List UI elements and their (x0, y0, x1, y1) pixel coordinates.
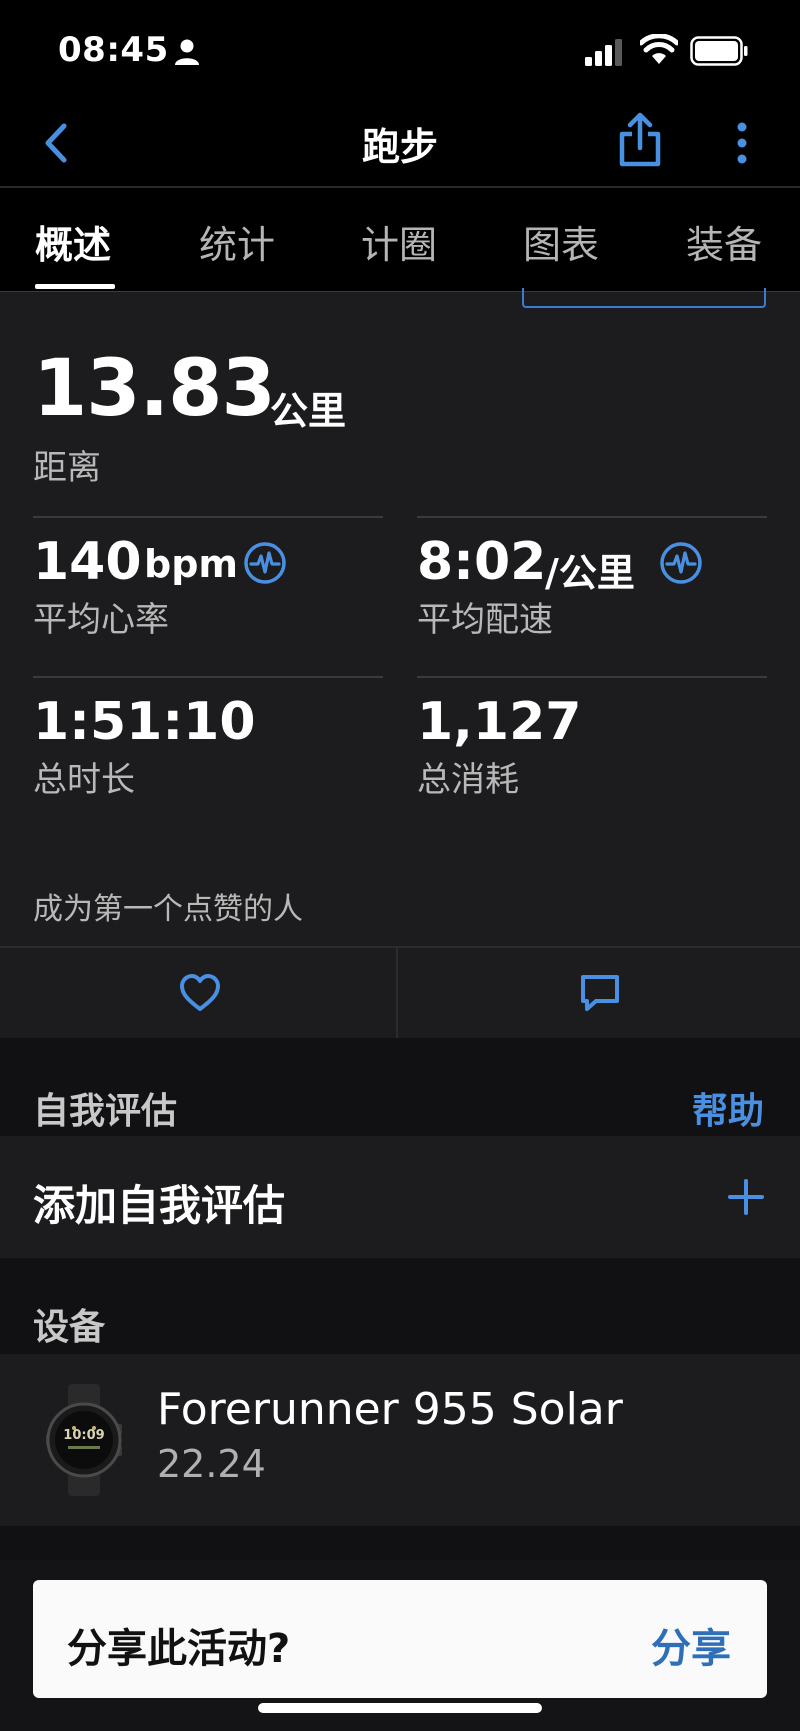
section-spacer (0, 1526, 800, 1560)
divider (33, 676, 383, 678)
like-button[interactable] (0, 948, 398, 1038)
tab-gear[interactable]: 装备 (686, 214, 762, 269)
divider (33, 516, 383, 518)
device-row[interactable]: 10:09 Forerunner 955 Solar 22.24 (0, 1354, 800, 1526)
pace-value: 8:02 (417, 532, 547, 592)
distance-value: 13.83 (33, 344, 276, 434)
person-icon (175, 39, 199, 65)
divider (417, 676, 767, 678)
duration-value: 1:51:10 (33, 692, 256, 752)
calories-value: 1,127 (417, 692, 582, 752)
tab-overview[interactable]: 概述 (35, 214, 111, 269)
active-tab-indicator (35, 284, 115, 289)
map-thumbnail-edge[interactable] (522, 288, 766, 308)
pace-label: 平均配速 (417, 600, 553, 640)
tab-stats[interactable]: 统计 (199, 214, 275, 269)
add-self-assessment-row[interactable]: 添加自我评估 (0, 1136, 800, 1258)
pace-pulse-icon[interactable] (659, 541, 703, 585)
heart-rate-value: 140 (33, 532, 142, 592)
divider (417, 516, 767, 518)
comment-icon (581, 975, 619, 1011)
share-icon[interactable] (615, 110, 665, 170)
share-button[interactable]: 分享 (651, 1616, 731, 1674)
tab-charts[interactable]: 图表 (523, 214, 599, 269)
svg-text:10:09: 10:09 (63, 1428, 104, 1443)
comment-button[interactable] (400, 948, 798, 1038)
plus-icon[interactable] (728, 1179, 764, 1215)
cellular-signal-icon (585, 39, 622, 66)
activity-summary-card: 13.83 公里 距离 140 bpm 平均心率 8:02 /公里 平均配速 1… (0, 288, 800, 946)
help-link[interactable]: 帮助 (692, 1082, 764, 1134)
calories-label: 总消耗 (417, 760, 519, 800)
tab-bar: 概述 统计 计圈 图表 装备 (0, 188, 800, 292)
home-indicator[interactable] (258, 1703, 542, 1713)
like-prompt: 成为第一个点赞的人 (33, 892, 303, 927)
distance-label: 距离 (33, 448, 101, 488)
heart-icon (180, 974, 220, 1011)
share-prompt-card: 分享此活动? 分享 (33, 1580, 767, 1698)
social-actions-row (0, 946, 800, 1038)
duration-label: 总时长 (33, 760, 135, 800)
add-self-assessment-label: 添加自我评估 (33, 1181, 286, 1230)
nav-bar: 跑步 (0, 100, 800, 188)
device-name: Forerunner 955 Solar (157, 1384, 623, 1435)
self-assessment-header: 自我评估 帮助 (0, 1038, 800, 1136)
self-assessment-title: 自我评估 (33, 1091, 178, 1132)
watch-device-image: 10:09 (46, 1384, 122, 1496)
device-header: 设备 (0, 1258, 800, 1354)
heart-rate-pulse-icon[interactable] (243, 541, 287, 585)
status-bar: 08:45 (0, 0, 800, 100)
pace-unit: /公里 (545, 551, 635, 595)
device-section-title: 设备 (33, 1307, 106, 1348)
distance-unit: 公里 (270, 389, 347, 433)
tab-laps[interactable]: 计圈 (361, 214, 437, 269)
device-version: 22.24 (157, 1442, 266, 1486)
page-title: 跑步 (361, 125, 438, 169)
share-question: 分享此活动? (67, 1626, 291, 1672)
battery-icon (690, 36, 748, 66)
more-options-icon[interactable] (728, 118, 756, 168)
status-time: 08:45 (58, 30, 169, 70)
heart-rate-unit: bpm (144, 542, 238, 586)
heart-rate-label: 平均心率 (33, 600, 169, 640)
wifi-icon (640, 34, 678, 64)
